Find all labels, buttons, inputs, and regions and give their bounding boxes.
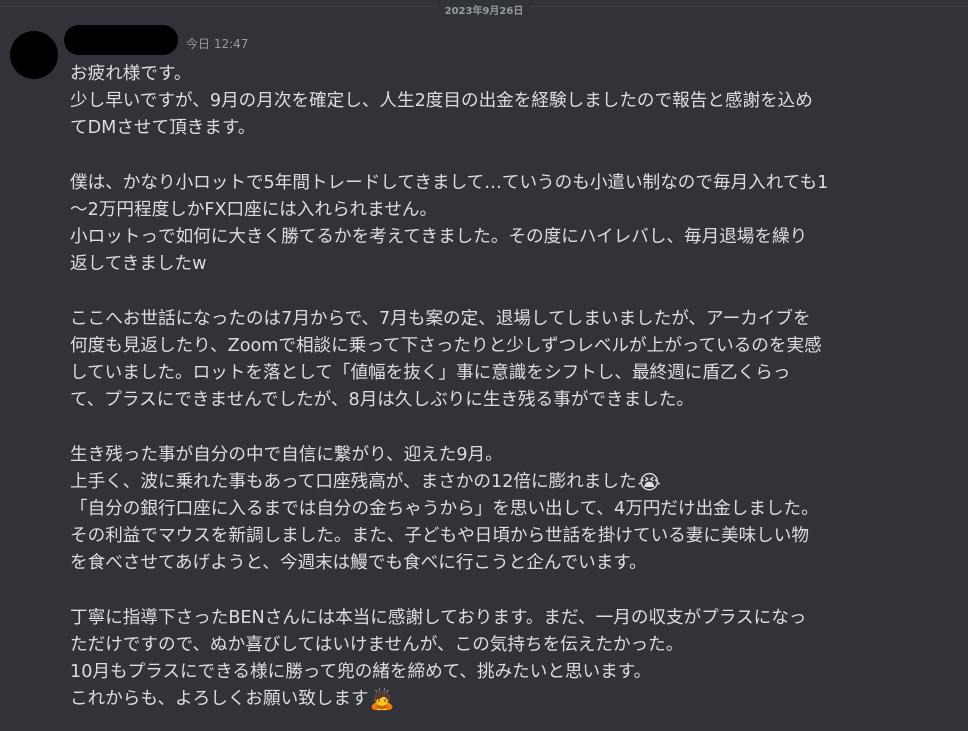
message-line: 丁寧に指導下さったBENさんには本当に感謝しております。まだ、一月の収支がプラス… (70, 607, 807, 628)
message-line: 何度も見返したり、Zoomで相談に乗って下さったりと少しずつレベルが上がっている… (70, 335, 822, 356)
crying-face-emoji-icon: 😭 (637, 469, 661, 494)
message-line: 「自分の銀行口座に入るまでは自分の金ちゃうから」を思い出して、4万円だけ出金しま… (70, 499, 819, 519)
message-line: していました。ロットを落として「値幅を抜く」事に意識をシフトし、最終週に盾乙くら… (70, 363, 791, 384)
message-line: ここへお世話になったのは7月からで、7月も案の定、退場してしまいましたが、アーカ… (70, 308, 811, 329)
message-line: 僕は、かなり小ロットで5年間トレードしてきまして…ていうのも小遣い制なので毎月入… (70, 172, 829, 193)
message-line-text: これからも、よろしくお願い致します (70, 689, 369, 710)
message-line: その利益でマウスを新調しました。また、子どもや日頃から世話を掛けている妻に美味し… (70, 526, 809, 547)
message-line: 10月もプラスにできる様に勝って兜の緒を締めて、挑みたいと思います。 (70, 662, 652, 683)
message-line: 返してきましたw (70, 254, 207, 275)
message-line: お疲れ様です。 (70, 64, 192, 84)
message-line-with-emoji: これからも、よろしくお願い致します🙇 (70, 686, 960, 713)
date-divider-label: 2023年9月26日 (438, 6, 530, 18)
message-line-text: 上手く、波に乗れた事もあって口座残高が、まさかの12倍に膨れました (70, 471, 637, 492)
message-line: ただけですので、ぬか喜びしてはいけませんが、この気持ちを伝えたかった。 (70, 634, 684, 655)
message-line: 生き残った事が自分の中で自信に繋がり、迎えた9月。 (70, 444, 503, 465)
message-line: て、プラスにできませんでしたが、8月は久しぶりに生き残る事ができました。 (70, 390, 694, 411)
message-line: てDMさせて頂きます。 (70, 118, 256, 139)
message-timestamp: 今日 12:47 (186, 37, 249, 51)
date-divider: 2023年9月26日 (0, 6, 968, 18)
message-line: 小ロットっで如何に大きく勝てるかを考えてきました。その度にハイレバし、毎月退場を… (70, 227, 808, 248)
avatar[interactable] (10, 31, 58, 79)
bowing-person-emoji-icon: 🙇 (369, 687, 395, 712)
message-line-with-emoji: 上手く、波に乗れた事もあって口座残高が、まさかの12倍に膨れました😭 (70, 469, 960, 496)
message-line: 〜2万円程度しかFX口座には入れられません。 (70, 199, 438, 220)
message-line: 少し早いですが、9月の月次を確定し、人生2度目の出金を経験しましたので報告と感謝… (70, 91, 813, 112)
username-redacted[interactable] (64, 25, 178, 55)
message-line: を食べさせてあげようと、今週末は鰻でも食べに行こうと企んでいます。 (70, 553, 647, 574)
message-content: お疲れ様です。 少し早いですが、9月の月次を確定し、人生2度目の出金を経験しまし… (70, 61, 960, 714)
